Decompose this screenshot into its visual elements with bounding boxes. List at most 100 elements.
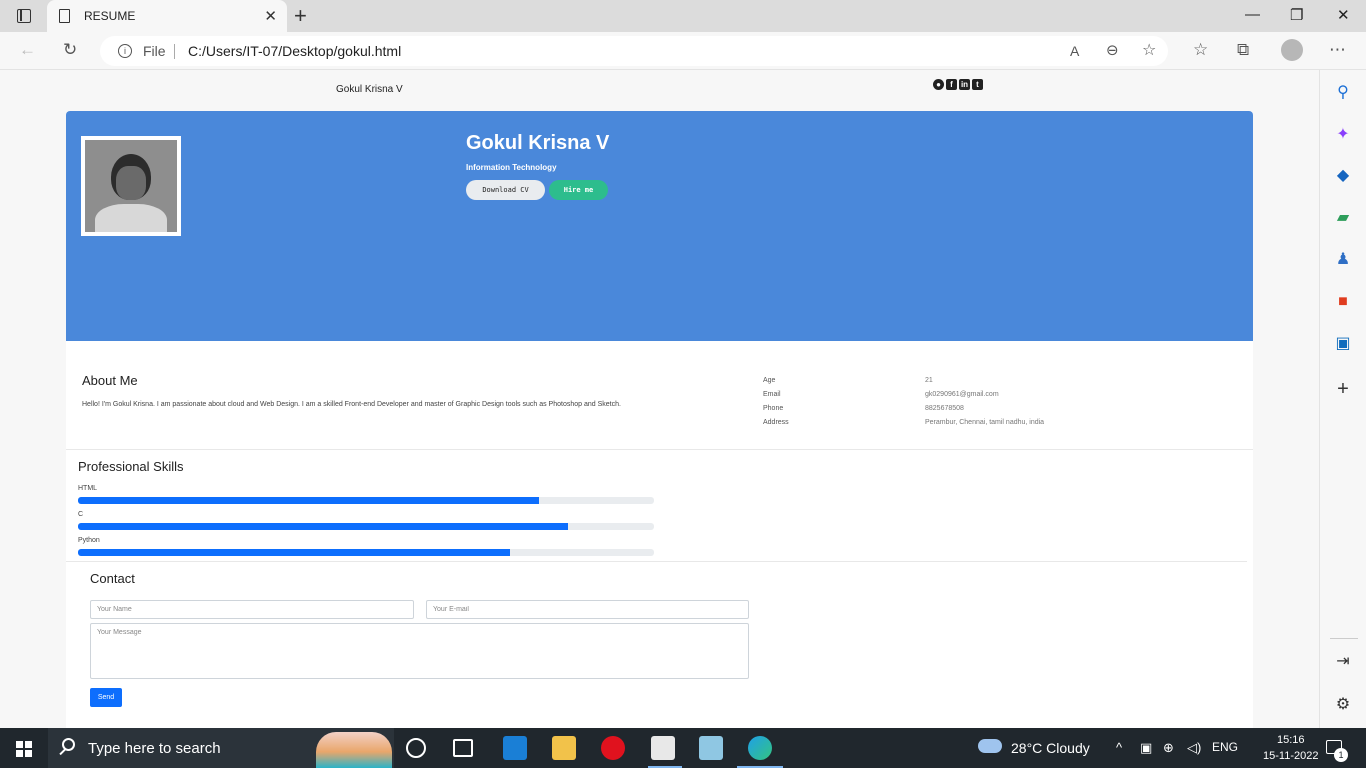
discover-icon[interactable]: ✦ xyxy=(1333,125,1353,145)
info-key: Phone xyxy=(763,405,784,412)
contact-title: Contact xyxy=(90,571,135,586)
add-sidebar-icon[interactable]: + xyxy=(1333,379,1353,399)
tab-resume[interactable]: RESUME ✕ xyxy=(47,0,287,32)
favorites-icon[interactable]: ☆ xyxy=(1193,40,1208,60)
skill-label-c: C xyxy=(78,511,84,518)
site-name: Gokul Krisna V xyxy=(336,84,403,95)
edge-icon[interactable] xyxy=(748,736,772,760)
search-icon xyxy=(62,738,75,751)
profile-avatar[interactable] xyxy=(1281,39,1303,61)
facebook-icon[interactable]: f xyxy=(946,79,957,90)
tab-title: RESUME xyxy=(84,9,136,23)
section-divider xyxy=(66,561,1247,562)
close-tab-icon[interactable]: ✕ xyxy=(264,7,277,25)
email-input[interactable] xyxy=(426,600,749,619)
hide-sidebar-icon[interactable]: ⇥ xyxy=(1333,652,1353,672)
add-favorite-icon[interactable]: ☆ xyxy=(1142,40,1156,60)
outlook-icon[interactable]: ▣ xyxy=(1333,334,1353,354)
info-value: 8825678508 xyxy=(925,405,964,412)
section-divider xyxy=(66,449,1253,450)
clock[interactable]: 15:16 15-11-2022 xyxy=(1263,732,1318,764)
profile-photo-frame xyxy=(81,136,181,236)
date: 15-11-2022 xyxy=(1263,750,1319,762)
windows-taskbar: Type here to search 28°C Cloudy ^ ▣ ⊕ ◁)… xyxy=(0,728,1366,768)
page-viewport: Gokul Krisna V ● f in t Gokul Krisna V I… xyxy=(0,70,1319,728)
tab-actions-icon[interactable] xyxy=(17,9,31,23)
windows-start-icon[interactable] xyxy=(16,741,32,757)
search-icon[interactable]: ⚲ xyxy=(1333,83,1353,103)
linkedin-icon[interactable]: in xyxy=(959,79,970,90)
sidebar-divider xyxy=(1330,638,1358,639)
message-textarea[interactable] xyxy=(90,623,749,679)
cortana-icon[interactable] xyxy=(406,738,426,758)
new-tab-icon[interactable]: + xyxy=(294,3,307,29)
more-menu-icon[interactable]: ⋯ xyxy=(1329,40,1346,60)
games-icon[interactable]: ♟ xyxy=(1333,250,1353,270)
profile-photo xyxy=(85,140,177,232)
file-explorer-icon[interactable] xyxy=(552,736,576,760)
address-separator xyxy=(174,44,175,59)
info-icon[interactable]: i xyxy=(118,44,132,58)
tools-icon[interactable]: ▰ xyxy=(1333,208,1353,228)
info-key: Email xyxy=(763,391,781,398)
tab-bar: RESUME ✕ + — ❐ ✕ xyxy=(0,0,1366,32)
download-cv-button[interactable]: Download CV xyxy=(466,180,545,200)
back-icon[interactable]: ← xyxy=(19,40,36,60)
skill-label-python: Python xyxy=(78,537,100,544)
send-button[interactable]: Send xyxy=(90,688,122,707)
refresh-icon[interactable]: ↻ xyxy=(63,40,77,60)
office-icon[interactable]: ■ xyxy=(1333,292,1353,312)
info-value: gk0290961@gmail.com xyxy=(925,391,999,398)
hire-me-button[interactable]: Hire me xyxy=(549,180,608,200)
skill-label-html: HTML xyxy=(78,485,98,492)
document-app-icon[interactable] xyxy=(651,736,675,760)
skill-progress-python xyxy=(78,549,654,556)
camera-icon[interactable]: ▣ xyxy=(1140,740,1152,756)
network-icon[interactable]: ⊕ xyxy=(1163,740,1174,756)
scheme-label: File xyxy=(143,43,166,59)
info-key: Age xyxy=(763,377,776,384)
weather-text[interactable]: 28°C Cloudy xyxy=(1011,740,1090,756)
info-key: Address xyxy=(763,419,789,426)
restore-icon[interactable]: ❐ xyxy=(1290,6,1303,24)
page-icon xyxy=(59,9,70,23)
about-title: About Me xyxy=(82,373,138,388)
name-input[interactable] xyxy=(90,600,414,619)
volume-icon[interactable]: ◁) xyxy=(1187,740,1201,756)
hero-banner: Gokul Krisna V Information Technology Do… xyxy=(66,111,1253,341)
chevron-up-icon[interactable]: ^ xyxy=(1116,740,1122,755)
mail-icon[interactable] xyxy=(503,736,527,760)
zoom-out-icon[interactable]: ⊖ xyxy=(1106,41,1119,59)
browser-toolbar: ← ↻ i File C:/Users/IT-07/Desktop/gokul.… xyxy=(0,32,1366,70)
task-view-icon[interactable] xyxy=(453,739,473,757)
read-aloud-icon[interactable]: A xyxy=(1070,43,1079,59)
sidebar-settings-icon[interactable]: ⚙ xyxy=(1333,695,1353,715)
notes-app-icon[interactable] xyxy=(699,736,723,760)
skill-progress-c xyxy=(78,523,654,530)
address-bar[interactable]: i File C:/Users/IT-07/Desktop/gokul.html… xyxy=(100,36,1168,66)
info-row-age: Age 21 xyxy=(763,377,1163,391)
cloud-icon[interactable] xyxy=(978,739,1002,753)
language-indicator[interactable]: ENG xyxy=(1212,740,1238,754)
close-window-icon[interactable]: ✕ xyxy=(1337,6,1350,24)
skill-progress-html xyxy=(78,497,654,504)
opera-icon[interactable] xyxy=(601,736,625,760)
resume-card: Gokul Krisna V Information Technology Do… xyxy=(66,111,1253,728)
time: 15:16 xyxy=(1276,734,1305,746)
twitter-icon[interactable]: t xyxy=(972,79,983,90)
info-value: Perambur, Chennai, tamil nadhu, india xyxy=(925,419,1045,426)
shopping-icon[interactable]: ◆ xyxy=(1333,166,1353,186)
minimize-icon[interactable]: — xyxy=(1245,6,1260,23)
taskbar-search[interactable]: Type here to search xyxy=(48,728,394,768)
hero-role: Information Technology xyxy=(466,163,557,172)
info-row-phone: Phone 8825678508 xyxy=(763,405,1163,419)
collections-icon[interactable]: ⧉ xyxy=(1237,40,1249,60)
notification-badge: 1 xyxy=(1334,748,1348,762)
hero-name: Gokul Krisna V xyxy=(466,132,610,154)
social-links: ● f in t xyxy=(933,79,983,90)
browser-sidebar: ⚲ ✦ ◆ ▰ ♟ ■ ▣ + ⇥ ⚙ xyxy=(1319,70,1366,728)
about-text: Hello! I'm Gokul Krisna. I am passionate… xyxy=(82,401,621,408)
skills-title: Professional Skills xyxy=(78,459,184,474)
url-text[interactable]: C:/Users/IT-07/Desktop/gokul.html xyxy=(188,43,401,59)
github-icon[interactable]: ● xyxy=(933,79,944,90)
